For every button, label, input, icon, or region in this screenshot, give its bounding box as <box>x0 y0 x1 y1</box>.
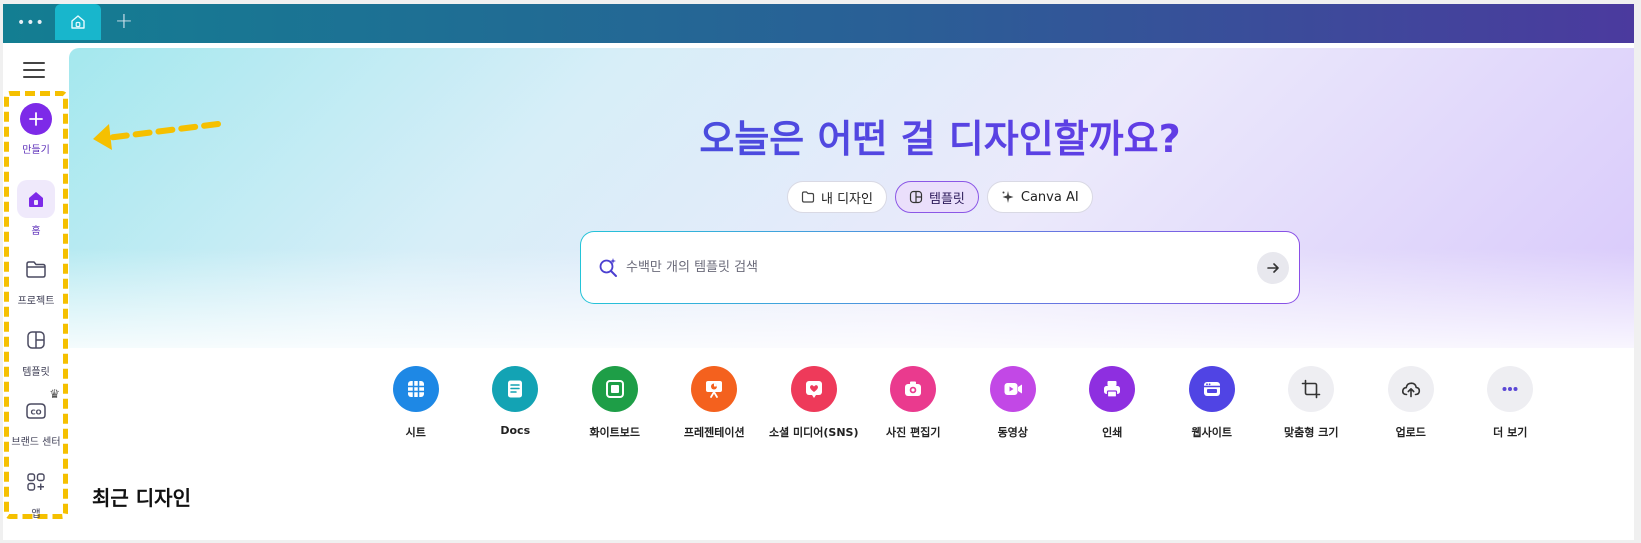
more-dots-icon <box>1487 366 1534 412</box>
folder-icon <box>801 191 815 203</box>
camera-icon <box>890 366 937 412</box>
sidebar-item-templates[interactable]: 템플릿 <box>3 321 69 378</box>
apps-icon <box>17 463 55 501</box>
template-search-box <box>580 231 1300 304</box>
cloud-upload-icon <box>1387 366 1434 412</box>
shortcut-more[interactable]: 더 보기 <box>1461 366 1561 440</box>
tab-menu-button[interactable]: ••• <box>17 13 44 33</box>
sidebar-item-label: 홈 <box>31 226 41 237</box>
shortcut-sheets[interactable]: 시트 <box>366 366 466 440</box>
sidebar-item-label: 앱 <box>31 509 41 520</box>
folder-icon <box>17 250 55 288</box>
shortcut-custom-size[interactable]: 맞춤형 크기 <box>1262 366 1362 440</box>
sidebar-item-create[interactable]: 만들기 <box>3 103 69 156</box>
sidebar-item-label: 만들기 <box>22 145 50 156</box>
app-window: ••• + 만들기 홈 프로젝트 템플릿 ♛ CO 브랜드 센터 앱 오늘은 어… <box>3 4 1634 540</box>
tab-my-designs[interactable]: 내 디자인 <box>787 181 887 213</box>
annotation-arrow <box>93 121 221 150</box>
design-type-shortcuts: 시트 Docs 화이트보드 프레젠테이션 소셜 미디어(SNS) 사진 편집기 … <box>366 366 1560 440</box>
tab-templates[interactable]: 템플릿 <box>894 181 979 213</box>
shortcut-website[interactable]: 웹사이트 <box>1162 366 1262 440</box>
page-title: 오늘은 어떤 걸 디자인할까요? <box>69 108 1634 163</box>
sidebar-item-home[interactable]: 홈 <box>3 180 69 237</box>
sparkle-icon <box>1002 191 1014 203</box>
search-input[interactable] <box>626 254 1226 280</box>
sidebar-item-label: 템플릿 <box>22 367 50 378</box>
whiteboard-icon <box>591 366 638 412</box>
browser-icon <box>1188 366 1235 412</box>
shortcut-photo-editor[interactable]: 사진 편집기 <box>864 366 964 440</box>
magic-search-icon <box>599 258 617 277</box>
shortcut-print[interactable]: 인쇄 <box>1063 366 1163 440</box>
sidebar-item-label: 브랜드 센터 <box>11 437 61 448</box>
new-tab-button[interactable]: + <box>113 10 135 34</box>
video-icon <box>989 366 1036 412</box>
shortcut-social-media[interactable]: 소셜 미디어(SNS) <box>764 366 864 440</box>
arrow-right-icon <box>1267 263 1279 273</box>
presentation-icon <box>691 366 738 412</box>
section-title-recent: 최근 디자인 <box>92 486 191 510</box>
home-icon <box>71 15 85 29</box>
hamburger-menu-icon[interactable] <box>23 59 45 79</box>
sidebar: 만들기 홈 프로젝트 템플릿 ♛ CO 브랜드 센터 앱 <box>3 43 69 540</box>
crown-icon: ♛ <box>49 387 60 401</box>
tab-canva-ai[interactable]: Canva AI <box>986 181 1093 213</box>
svg-text:CO: CO <box>30 409 41 417</box>
template-icon <box>17 321 55 359</box>
document-icon <box>492 366 539 412</box>
template-icon <box>909 190 923 204</box>
search-submit-button[interactable] <box>1257 252 1289 284</box>
shortcut-video[interactable]: 동영상 <box>963 366 1063 440</box>
search-mode-tabs: 내 디자인 템플릿 Canva AI <box>787 181 1093 213</box>
shortcut-upload[interactable]: 업로드 <box>1361 366 1461 440</box>
plus-icon <box>20 103 52 135</box>
shortcut-docs[interactable]: Docs <box>466 366 566 440</box>
shortcut-whiteboard[interactable]: 화이트보드 <box>565 366 665 440</box>
sidebar-item-brand[interactable]: ♛ CO 브랜드 센터 <box>3 387 69 448</box>
printer-icon <box>1089 366 1136 412</box>
tab-home[interactable] <box>55 4 101 40</box>
sidebar-item-projects[interactable]: 프로젝트 <box>3 250 69 307</box>
shortcut-presentation[interactable]: 프레젠테이션 <box>665 366 765 440</box>
sidebar-item-label: 프로젝트 <box>17 296 55 307</box>
sidebar-item-apps[interactable]: 앱 <box>3 463 69 520</box>
tab-bar: ••• + <box>3 4 1634 43</box>
heart-icon <box>790 366 837 412</box>
sheet-icon <box>392 366 439 412</box>
main-content: 오늘은 어떤 걸 디자인할까요? 내 디자인 템플릿 Canva AI 수백만 … <box>69 48 1634 540</box>
resize-icon <box>1288 366 1335 412</box>
home-icon <box>17 180 55 218</box>
